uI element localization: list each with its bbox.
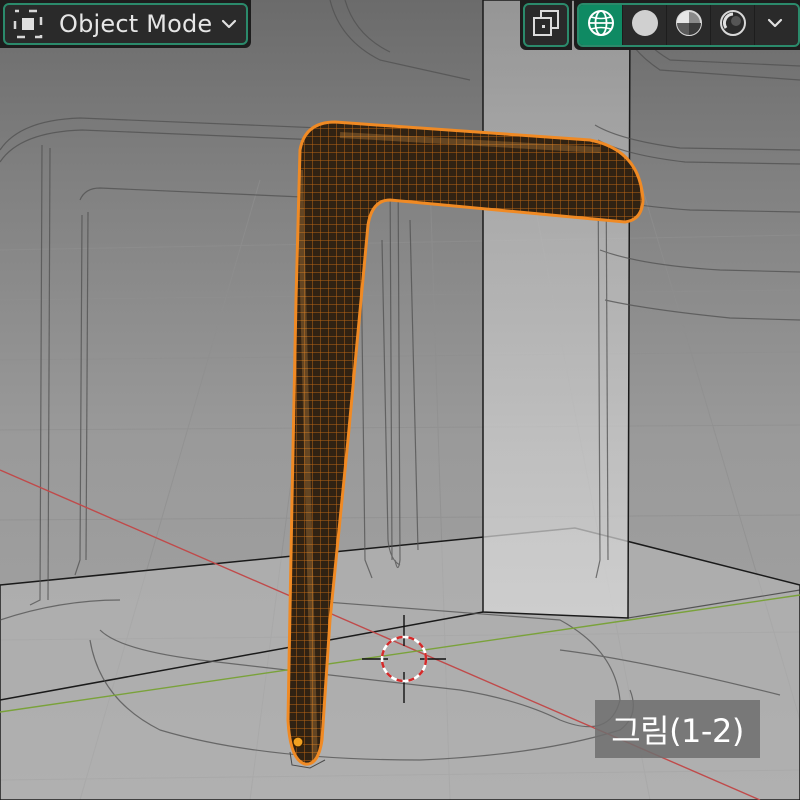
mode-selector-button[interactable]: Object Mode [3, 3, 248, 45]
rendered-shading-icon [718, 8, 748, 42]
wireframe-shading-icon [586, 8, 616, 42]
solid-shading-button[interactable] [623, 5, 667, 45]
object-origin-icon [292, 736, 304, 748]
rendered-shading-button[interactable] [711, 5, 755, 45]
3d-viewport[interactable]: Object Mode 그림(1-2) [0, 0, 800, 800]
mode-selector[interactable]: Object Mode [0, 0, 251, 48]
wireframe-shading-button[interactable] [579, 5, 623, 45]
shading-dropdown-button[interactable] [755, 5, 795, 45]
viewport-shading-group [574, 0, 800, 50]
chevron-down-icon [220, 15, 238, 33]
viewport-scene[interactable] [0, 0, 800, 800]
chevron-down-icon [766, 14, 784, 36]
material-preview-icon [674, 8, 704, 42]
figure-caption: 그림(1-2) [595, 700, 760, 758]
material-preview-button[interactable] [667, 5, 711, 45]
solid-shading-icon [630, 8, 660, 42]
object-mode-icon [13, 9, 43, 39]
xray-toggle-icon [532, 9, 560, 41]
mode-label: Object Mode [59, 10, 213, 38]
xray-toggle-button[interactable] [520, 0, 572, 50]
